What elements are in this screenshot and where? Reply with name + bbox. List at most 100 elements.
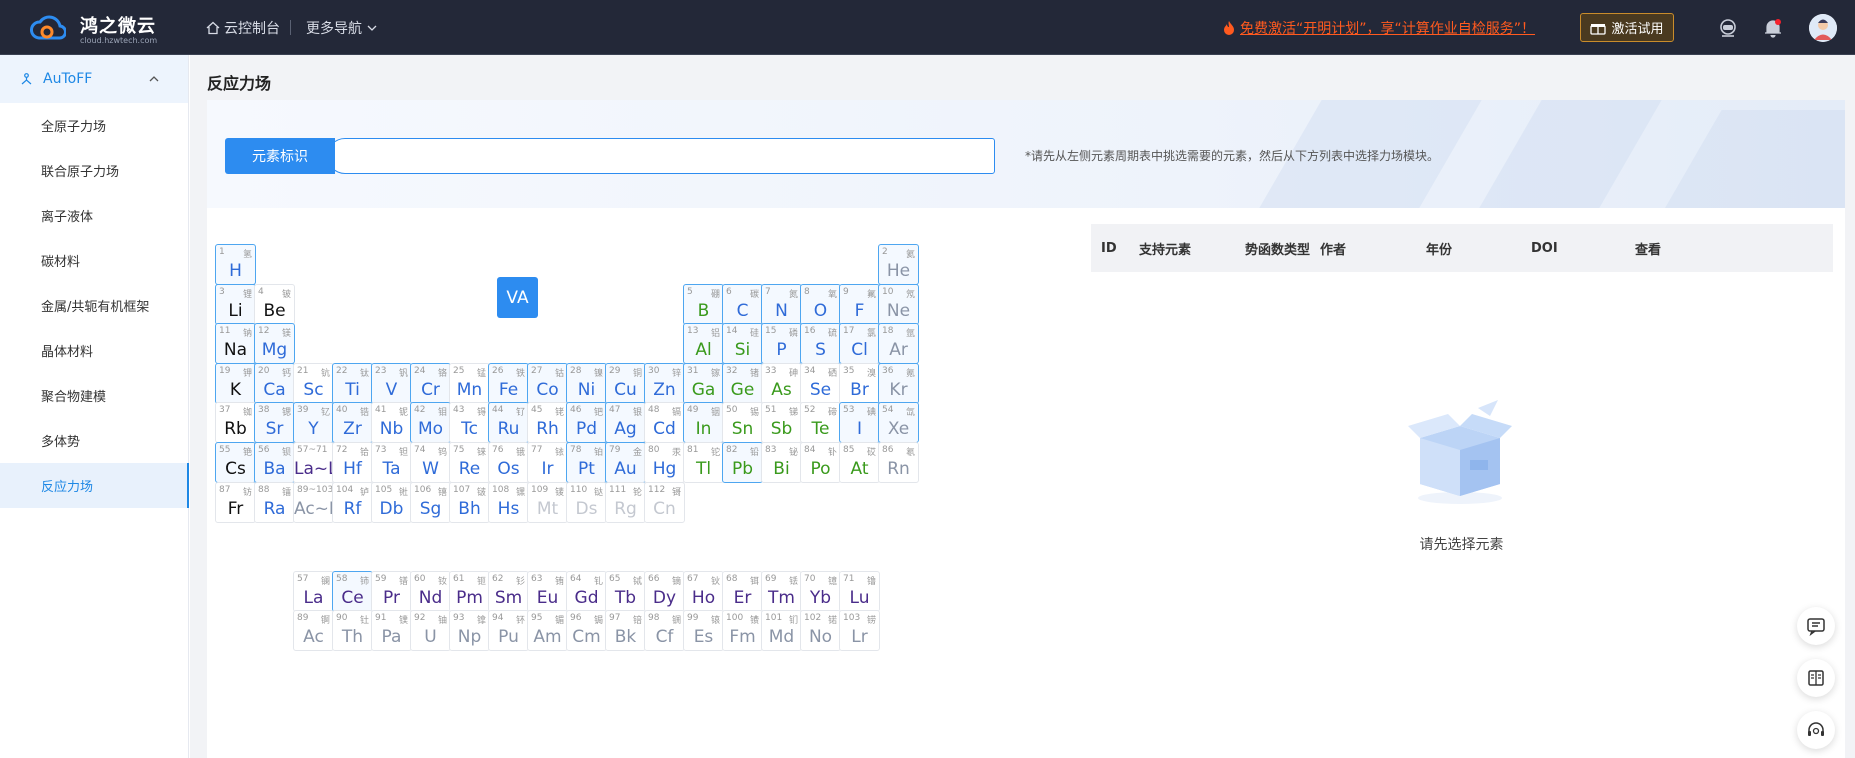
element-cell-cf[interactable]: 98 锎 Cf	[644, 610, 685, 652]
element-cell-hg[interactable]: 80 汞 Hg	[644, 442, 685, 483]
element-cell-nd[interactable]: 60 钕 Nd	[410, 570, 451, 612]
support-button[interactable]	[1797, 711, 1835, 749]
element-cell-pt[interactable]: 78 铂 Pt	[566, 442, 607, 483]
element-cell-sn[interactable]: 50 锡 Sn	[722, 402, 763, 444]
element-cell-ne[interactable]: 10 氖 Ne	[878, 283, 919, 325]
element-cell-sb[interactable]: 51 锑 Sb	[761, 402, 802, 444]
element-cell-u[interactable]: 92 铀 U	[410, 610, 451, 652]
activate-trial-button[interactable]: 激活试用	[1580, 13, 1674, 42]
element-cell-ds[interactable]: 110 𫟼 Ds	[566, 481, 607, 523]
element-cell-sg[interactable]: 106 𬭳 Sg	[410, 481, 451, 523]
element-cell-nb[interactable]: 41 铌 Nb	[371, 402, 412, 444]
element-cell-po[interactable]: 84 钋 Po	[800, 442, 841, 483]
brand-logo[interactable]: 鸿之微云 cloud.hzwtech.com	[24, 8, 164, 48]
element-cell-la[interactable]: 57 镧 La	[293, 570, 334, 612]
element-cell-si[interactable]: 14 硅 Si	[722, 323, 763, 365]
element-cell-li[interactable]: 3 锂 Li	[215, 283, 256, 325]
element-cell-yb[interactable]: 70 镱 Yb	[800, 570, 841, 612]
element-cell-se[interactable]: 34 硒 Se	[800, 362, 841, 404]
element-cell-p[interactable]: 15 磷 P	[761, 323, 802, 365]
sidebar-item-reactive-ff[interactable]: 反应力场	[0, 463, 189, 508]
element-cell-cd[interactable]: 48 镉 Cd	[644, 402, 685, 444]
element-cell-ho[interactable]: 67 钬 Ho	[683, 570, 724, 612]
element-cell-cn[interactable]: 112 鿔 Cn	[644, 481, 685, 523]
element-cell-hs[interactable]: 108 𬭶 Hs	[488, 481, 529, 523]
user-avatar-icon[interactable]	[1809, 14, 1837, 42]
element-cell-pr[interactable]: 59 镨 Pr	[371, 570, 412, 612]
element-cell-ra[interactable]: 88 镭 Ra	[254, 481, 295, 523]
element-cell-w[interactable]: 74 钨 W	[410, 442, 451, 483]
element-cell-pu[interactable]: 94 钚 Pu	[488, 610, 529, 652]
element-cell-rb[interactable]: 37 铷 Rb	[215, 402, 256, 444]
element-cell-sm[interactable]: 62 钐 Sm	[488, 570, 529, 612]
element-cell-tl[interactable]: 81 铊 Tl	[683, 442, 724, 483]
element-cell-fm[interactable]: 100 镄 Fm	[722, 610, 763, 652]
sidebar-item-all-atom[interactable]: 全原子力场	[0, 103, 188, 148]
element-cell-no[interactable]: 102 锘 No	[800, 610, 841, 652]
element-cell-sr[interactable]: 38 锶 Sr	[254, 402, 295, 444]
element-cell-he[interactable]: 2 氦 He	[878, 244, 919, 285]
element-cell-f[interactable]: 9 氟F	[839, 283, 880, 325]
element-cell-as[interactable]: 33 砷 As	[761, 362, 802, 404]
element-cell-ti[interactable]: 22 钛 Ti	[332, 362, 373, 404]
element-cell-be[interactable]: 4 铍 Be	[254, 283, 295, 325]
element-cell-c[interactable]: 6 碳C	[722, 283, 763, 325]
element-cell-at[interactable]: 85 砹 At	[839, 442, 880, 483]
element-cell-la-to-lu[interactable]: 57~71 La~Lu	[293, 442, 348, 483]
console-link[interactable]: 云控制台	[206, 0, 280, 55]
element-cell-mt[interactable]: 109 鿏 Mt	[527, 481, 568, 523]
element-cell-tm[interactable]: 69 铥 Tm	[761, 570, 802, 612]
element-cell-al[interactable]: 13 铝 Al	[683, 323, 724, 365]
element-cell-kr[interactable]: 36 氪 Kr	[878, 362, 919, 404]
element-cell-cm[interactable]: 96 锔 Cm	[566, 610, 607, 652]
element-cell-zn[interactable]: 30 锌 Zn	[644, 362, 685, 404]
element-cell-ni[interactable]: 28 镍 Ni	[566, 362, 607, 404]
element-cell-mg[interactable]: 12 镁 Mg	[254, 323, 295, 365]
element-cell-os[interactable]: 76 锇 Os	[488, 442, 529, 483]
element-cell-zr[interactable]: 40 锆 Zr	[332, 402, 373, 444]
element-cell-ge[interactable]: 32 锗 Ge	[722, 362, 763, 404]
element-cell-v[interactable]: 23 钒 V	[371, 362, 412, 404]
element-cell-gd[interactable]: 64 钆 Gd	[566, 570, 607, 612]
element-cell-ba[interactable]: 56 钡 Ba	[254, 442, 295, 483]
element-cell-md[interactable]: 101 钔 Md	[761, 610, 802, 652]
element-cell-mn[interactable]: 25 锰 Mn	[449, 362, 490, 404]
sidebar-item-mof-cof[interactable]: 金属/共轭有机框架	[0, 283, 188, 328]
robot-icon[interactable]	[1717, 17, 1739, 39]
element-cell-hf[interactable]: 72 铪 Hf	[332, 442, 373, 483]
element-cell-cs[interactable]: 55 铯 Cs	[215, 442, 256, 483]
sidebar-item-united-atom[interactable]: 联合原子力场	[0, 148, 188, 193]
element-cell-cl[interactable]: 17 氯 Cl	[839, 323, 880, 365]
element-cell-mo[interactable]: 42 钼 Mo	[410, 402, 451, 444]
element-cell-k[interactable]: 19 钾 K	[215, 362, 256, 404]
element-cell-re[interactable]: 75 铼 Re	[449, 442, 490, 483]
element-cell-o[interactable]: 8 氧O	[800, 283, 841, 325]
element-cell-cu[interactable]: 29 铜 Cu	[605, 362, 646, 404]
element-cell-ga[interactable]: 31 镓 Ga	[683, 362, 724, 404]
element-cell-na[interactable]: 11 钠 Na	[215, 323, 256, 365]
element-cell-ag[interactable]: 47 银 Ag	[605, 402, 646, 444]
more-nav-dropdown[interactable]: 更多导航	[306, 0, 382, 55]
element-cell-ac[interactable]: 89 锕 Ac	[293, 610, 334, 652]
element-cell-ca[interactable]: 20 钙 Ca	[254, 362, 295, 404]
element-cell-rh[interactable]: 45 铑 Rh	[527, 402, 568, 444]
element-cell-am[interactable]: 95 镅 Am	[527, 610, 568, 652]
element-cell-ac-to-lr[interactable]: 89~103 Ac~Lr	[293, 481, 345, 523]
element-cell-ar[interactable]: 18 氩 Ar	[878, 323, 919, 365]
element-cell-lu[interactable]: 71 镥 Lu	[839, 570, 880, 612]
element-cell-pd[interactable]: 46 钯 Pd	[566, 402, 607, 444]
element-cell-xe[interactable]: 54 氙 Xe	[878, 402, 919, 444]
element-cell-co[interactable]: 27 钴 Co	[527, 362, 568, 404]
element-cell-fr[interactable]: 87 钫 Fr	[215, 481, 256, 523]
element-cell-er[interactable]: 68 铒 Er	[722, 570, 763, 612]
bell-icon[interactable]	[1762, 17, 1784, 39]
group-va-button[interactable]: VA	[497, 277, 538, 318]
element-cell-rn[interactable]: 86 氡 Rn	[878, 442, 919, 483]
sidebar-item-polymer[interactable]: 聚合物建模	[0, 373, 188, 418]
element-cell-sc[interactable]: 21 钪 Sc	[293, 362, 334, 404]
message-button[interactable]	[1797, 607, 1835, 645]
element-cell-ce[interactable]: 58 铈 Ce	[332, 570, 373, 612]
element-cell-bh[interactable]: 107 𬭛 Bh	[449, 481, 490, 523]
element-cell-db[interactable]: 105 𬭊 Db	[371, 481, 412, 523]
element-cell-au[interactable]: 79 金 Au	[605, 442, 646, 483]
